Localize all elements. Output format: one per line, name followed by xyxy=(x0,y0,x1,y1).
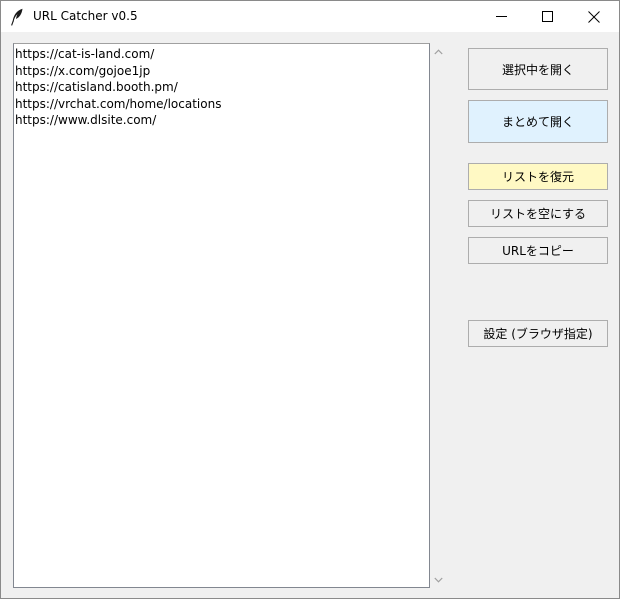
url-listbox[interactable]: https://cat-is-land.com/ https://x.com/g… xyxy=(13,43,430,588)
clear-list-button[interactable]: リストを空にする xyxy=(468,200,608,227)
maximize-icon xyxy=(541,11,553,22)
scroll-up-button[interactable] xyxy=(430,43,447,60)
open-all-button[interactable]: まとめて開く xyxy=(468,100,608,143)
list-scrollbar[interactable] xyxy=(430,43,447,588)
list-item[interactable]: https://catisland.booth.pm/ xyxy=(14,79,429,96)
feather-icon xyxy=(10,8,24,26)
minimize-icon xyxy=(495,16,507,17)
list-item[interactable]: https://vrchat.com/home/locations xyxy=(14,96,429,113)
list-item[interactable]: https://www.dlsite.com/ xyxy=(14,112,429,129)
window-title: URL Catcher v0.5 xyxy=(33,9,138,23)
title-bar[interactable]: URL Catcher v0.5 xyxy=(1,1,619,32)
minimize-button[interactable] xyxy=(478,1,524,32)
maximize-button[interactable] xyxy=(524,1,570,32)
scroll-down-button[interactable] xyxy=(430,571,447,588)
settings-button[interactable]: 設定 (ブラウザ指定) xyxy=(468,320,608,347)
app-window: URL Catcher v0.5 https://cat-is-land.com… xyxy=(0,0,620,599)
open-selected-button[interactable]: 選択中を開く xyxy=(468,48,608,90)
chevron-down-icon xyxy=(434,577,443,583)
restore-list-button[interactable]: リストを復元 xyxy=(468,163,608,190)
copy-url-button[interactable]: URLをコピー xyxy=(468,237,608,264)
chevron-up-icon xyxy=(434,48,443,54)
list-item[interactable]: https://cat-is-land.com/ xyxy=(14,46,429,63)
close-icon xyxy=(588,10,600,23)
list-item[interactable]: https://x.com/gojoe1jp xyxy=(14,63,429,80)
close-button[interactable] xyxy=(571,1,617,32)
url-list: https://cat-is-land.com/ https://x.com/g… xyxy=(14,44,429,129)
